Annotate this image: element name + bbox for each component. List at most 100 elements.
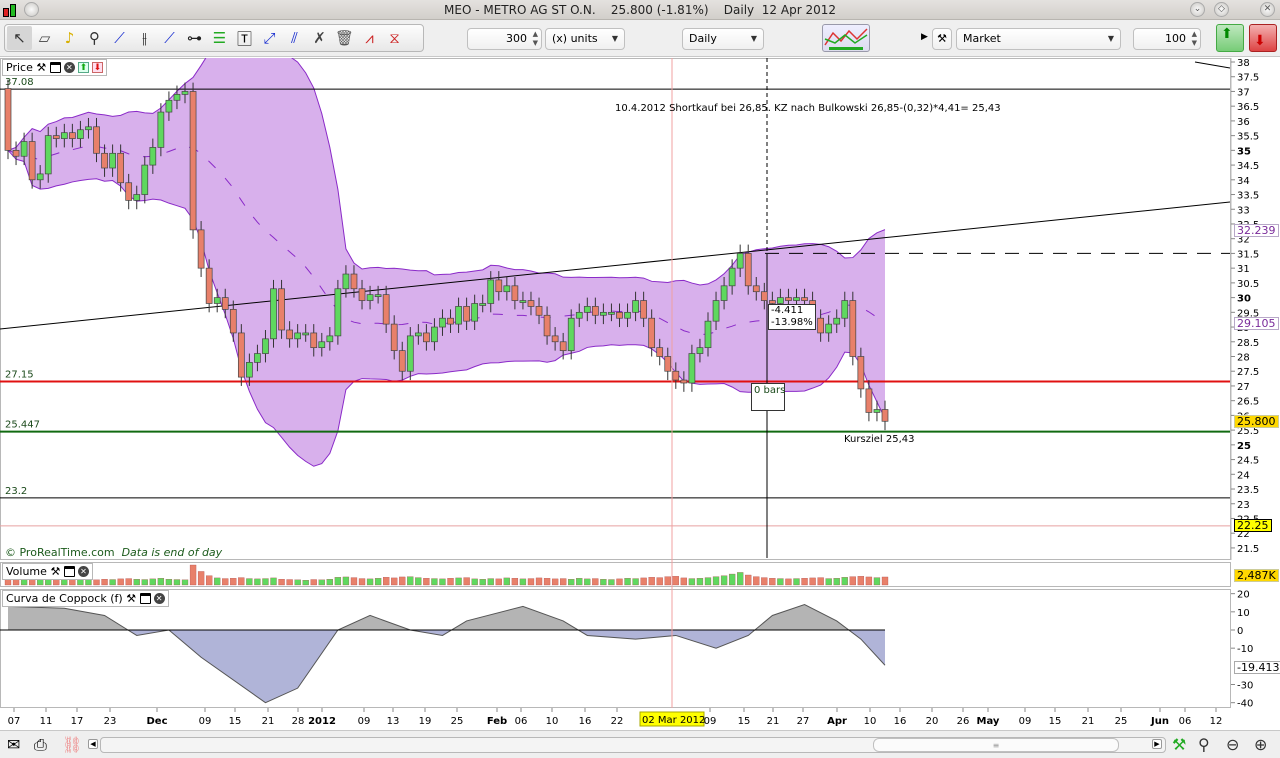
mid-band-value: 29.105	[1234, 317, 1279, 330]
coppock-panel-title: Curva de Coppock (f)	[6, 591, 123, 606]
volume-bar	[456, 578, 462, 585]
volume-bar	[399, 577, 405, 585]
candle[interactable]	[850, 292, 856, 366]
volume-bar	[866, 577, 872, 585]
date-tick-label: 12	[1210, 716, 1223, 727]
price-tick-label: 28.5	[1237, 338, 1259, 349]
volume-bar	[407, 577, 413, 585]
move-up-icon[interactable]: ⬆	[78, 62, 89, 73]
price-tick-label: 24.5	[1237, 456, 1259, 467]
volume-bar	[271, 578, 277, 585]
wrench-icon[interactable]: ⚒	[36, 62, 47, 73]
date-tick-label: 06	[1179, 716, 1192, 727]
volume-bar	[705, 578, 711, 585]
volume-bar	[94, 580, 100, 585]
candle[interactable]	[190, 83, 196, 239]
email-icon[interactable]: ✉	[7, 736, 20, 754]
date-tick-label: 10	[546, 716, 559, 727]
volume-bar	[327, 579, 333, 585]
candle[interactable]	[271, 280, 277, 348]
trend-line[interactable]	[1195, 62, 1230, 68]
volume-bar	[560, 579, 566, 585]
volume-bar	[673, 576, 679, 585]
date-tick-label: 2012	[308, 716, 336, 727]
volume-bar	[472, 579, 478, 585]
level-label: 23.2	[5, 486, 27, 497]
level-label: 37.08	[5, 77, 34, 88]
volume-bar	[391, 578, 397, 585]
volume-bar	[383, 577, 389, 585]
scrollbar-thumb[interactable]: ≡	[873, 738, 1119, 752]
price-panel-title: Price	[6, 60, 33, 75]
price-tick-label: 33	[1237, 205, 1250, 216]
wrench-icon[interactable]: ⚒	[126, 593, 137, 604]
target-label[interactable]: Kursziel 25,43	[844, 434, 914, 445]
candle[interactable]	[238, 324, 244, 386]
date-tick-label: Apr	[827, 716, 847, 727]
date-tick-label: Jun	[1150, 716, 1169, 727]
volume-bar	[834, 578, 840, 585]
volume-bar	[729, 574, 735, 585]
window-icon[interactable]	[64, 566, 75, 577]
auto-zoom-icon[interactable]: ⚲	[1198, 736, 1210, 754]
annotation-note[interactable]: 10.4.2012 Shortkauf bei 26,85. KZ nach B…	[615, 103, 1001, 114]
price-tick-label: 23.5	[1237, 485, 1259, 496]
move-down-icon[interactable]: ⬇	[92, 62, 103, 73]
scroll-left-button[interactable]: ◀	[88, 739, 98, 749]
close-icon[interactable]: ✕	[154, 593, 165, 604]
volume-bar	[110, 580, 116, 585]
print-icon[interactable]: ⎙	[34, 736, 47, 754]
measure-box[interactable]: -4.411 -13.98%	[768, 304, 816, 330]
volume-bar	[295, 580, 301, 585]
coppock-positive-area	[8, 605, 885, 703]
price-panel-header: Price ⚒ ✕ ⬆ ⬇	[2, 59, 107, 76]
price-tick-label: 38	[1237, 58, 1250, 69]
unlink-icon[interactable]: ⛓	[62, 736, 82, 754]
volume-bar	[753, 577, 759, 585]
zoom-out-icon[interactable]: ⊖	[1226, 736, 1239, 754]
scroll-right-button[interactable]: ▶	[1152, 739, 1162, 749]
volume-bar	[311, 580, 317, 585]
close-icon[interactable]: ✕	[64, 62, 75, 73]
wrench-icon[interactable]: ⚒	[50, 566, 61, 577]
volume-bar	[512, 578, 518, 585]
volume-bar	[616, 579, 622, 585]
window-icon[interactable]	[140, 593, 151, 604]
volume-bar	[600, 579, 606, 585]
volume-bar	[182, 580, 188, 585]
horizontal-scrollbar[interactable]: ≡	[100, 737, 1166, 753]
date-tick-label: 21	[1082, 716, 1095, 727]
level-label: 27.15	[5, 370, 34, 381]
coppock-tick-label: -40	[1237, 699, 1253, 710]
window-icon[interactable]	[50, 62, 61, 73]
candle[interactable]	[279, 280, 285, 339]
volume-bar	[536, 578, 542, 585]
volume-bar	[858, 576, 864, 585]
candle[interactable]	[5, 80, 11, 160]
price-tick-label: 35.5	[1237, 132, 1259, 143]
level-label: 25.447	[5, 420, 40, 431]
date-tick-label: 09	[1019, 716, 1032, 727]
close-icon[interactable]: ✕	[78, 566, 89, 577]
volume-bar	[166, 579, 172, 585]
date-tick-label: 21	[767, 716, 780, 727]
date-tick-label: Dec	[146, 716, 167, 727]
coppock-negative-area	[8, 605, 885, 703]
date-tick-label: 26	[957, 716, 970, 727]
coppock-panel-frame	[1, 590, 1231, 708]
volume-bar	[126, 579, 132, 585]
bars-box[interactable]: 0 bars	[751, 383, 785, 411]
volume-bar	[544, 578, 550, 585]
candle[interactable]	[335, 280, 341, 345]
volume-bar	[142, 580, 148, 585]
volume-bar	[528, 579, 534, 585]
chart-settings-icon[interactable]: ⚒	[1172, 736, 1186, 754]
zoom-in-icon[interactable]: ⊕	[1254, 736, 1267, 754]
volume-bar	[464, 578, 470, 585]
price-tick-label: 33.5	[1237, 191, 1259, 202]
date-tick-label: 23	[104, 716, 117, 727]
volume-bar	[77, 579, 83, 585]
volume-bar	[367, 579, 373, 585]
volume-bar	[13, 580, 19, 585]
date-tick-label: 28	[292, 716, 305, 727]
